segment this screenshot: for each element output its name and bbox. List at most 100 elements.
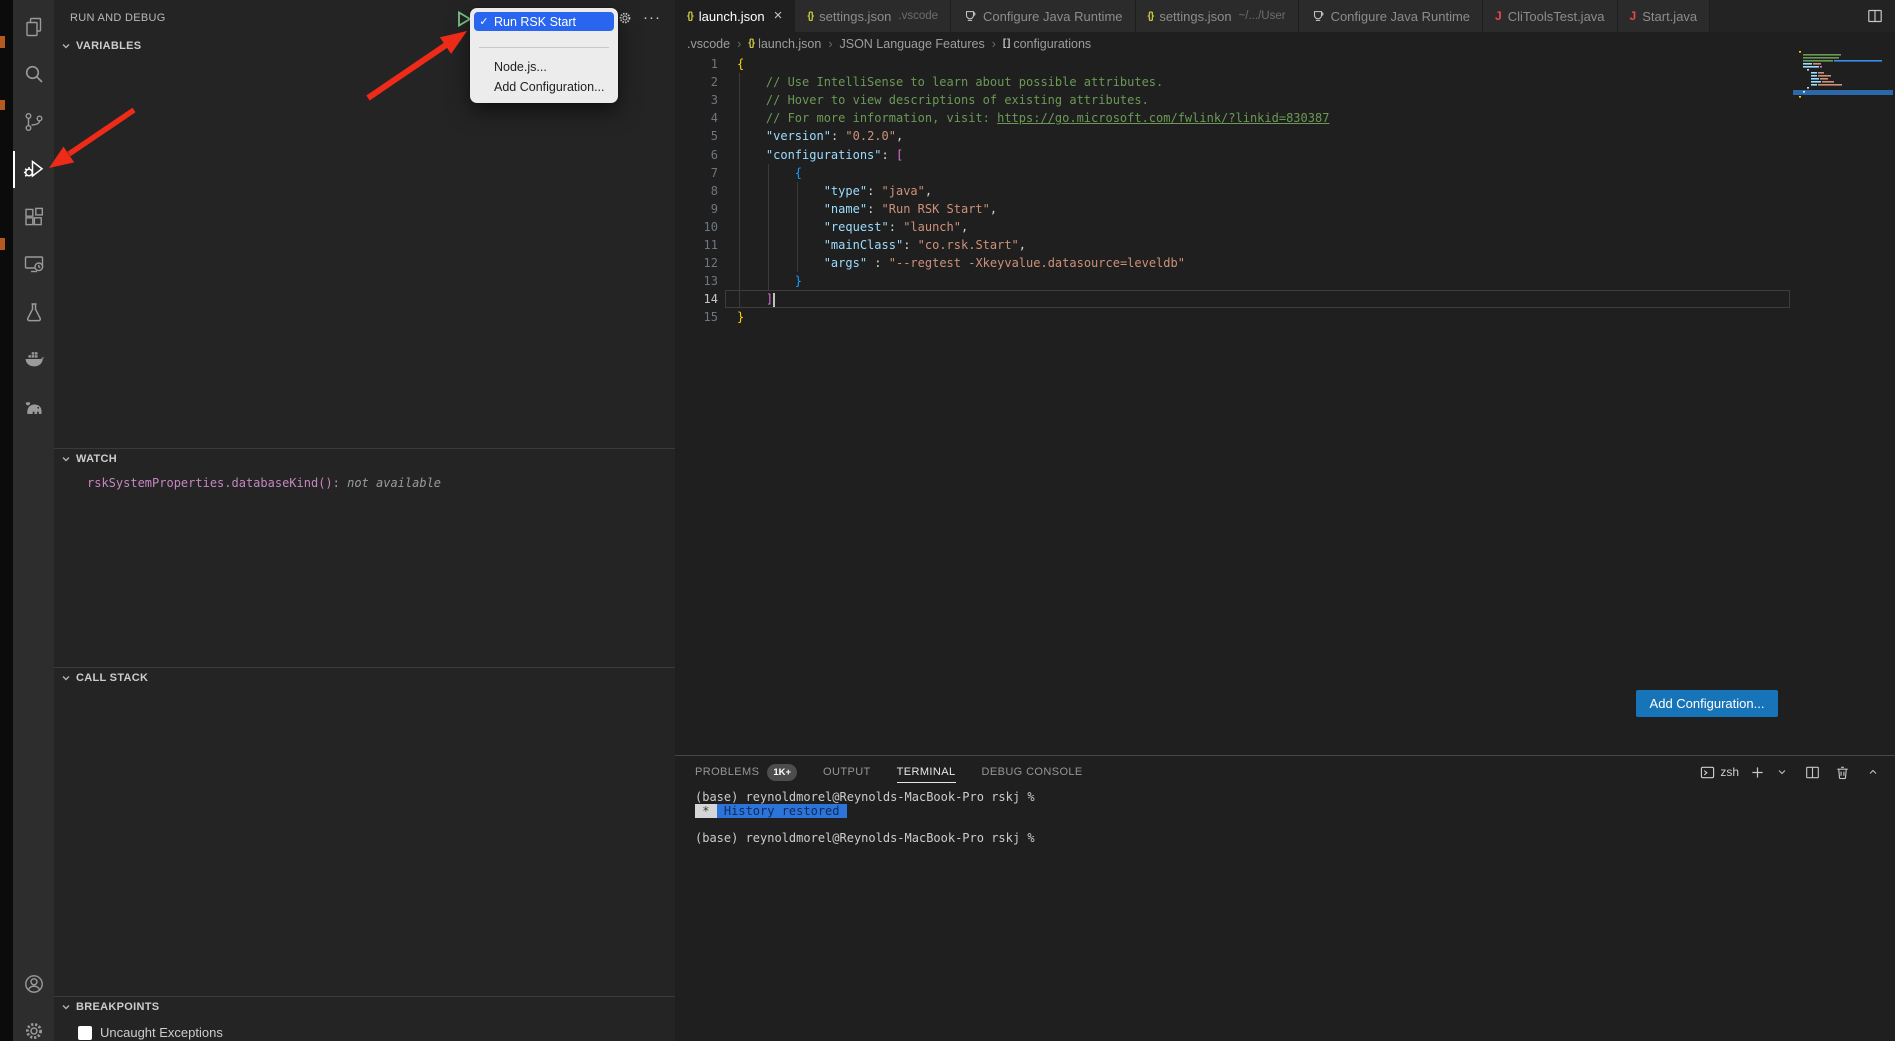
- breakpoint-checkbox[interactable]: [78, 1026, 92, 1040]
- code-line-3[interactable]: 3 // Hover to view descriptions of exist…: [675, 91, 1895, 109]
- menu-item-run-rsk-start[interactable]: ✓Run RSK Start: [474, 12, 614, 31]
- tab-clitoolstest-java[interactable]: JCliToolsTest.java: [1483, 0, 1618, 32]
- activity-item-testing[interactable]: [13, 288, 54, 336]
- code-line-13[interactable]: 13 }: [675, 272, 1895, 290]
- line-number[interactable]: 15: [675, 310, 718, 324]
- chevron-down-icon: [58, 38, 74, 54]
- line-number[interactable]: 7: [675, 166, 718, 180]
- tab-settings-json[interactable]: {}settings.json.vscode: [795, 0, 951, 32]
- menu-item-node-js[interactable]: Node.js...: [474, 57, 614, 77]
- line-number[interactable]: 11: [675, 238, 718, 252]
- desktop-mark: [0, 100, 5, 110]
- call-stack-section: CALL STACK: [54, 667, 675, 688]
- add-configuration-button[interactable]: Add Configuration...: [1636, 690, 1778, 717]
- json-symbol-icon: {}: [748, 38, 754, 49]
- code-line-text: }: [737, 310, 744, 324]
- code-line-text: "type": "java",: [737, 184, 932, 198]
- code-line-text: "version": "0.2.0",: [737, 129, 903, 143]
- line-number[interactable]: 10: [675, 220, 718, 234]
- line-number[interactable]: 8: [675, 184, 718, 198]
- panel-tab-output[interactable]: OUTPUT: [823, 756, 871, 788]
- watch-section-header[interactable]: WATCH: [54, 449, 675, 469]
- code-line-11[interactable]: 11 "mainClass": "co.rsk.Start",: [675, 236, 1895, 254]
- breadcrumb-item[interactable]: [ ]configurations: [1003, 37, 1091, 51]
- breadcrumb-item[interactable]: JSON Language Features: [839, 37, 984, 51]
- panel-tab-terminal[interactable]: TERMINAL: [897, 756, 956, 788]
- breadcrumb-item[interactable]: .vscode: [687, 37, 730, 51]
- split-terminal-icon[interactable]: [1805, 765, 1820, 780]
- line-number[interactable]: 1: [675, 57, 718, 71]
- activity-item-source-control[interactable]: [13, 98, 54, 146]
- kill-terminal-trash-icon[interactable]: [1835, 765, 1850, 780]
- menu-item-add-configuration[interactable]: Add Configuration...: [474, 77, 614, 97]
- sidebar-more-actions-icon[interactable]: ···: [643, 13, 661, 23]
- activity-item-extensions[interactable]: [13, 193, 54, 241]
- code-line-10[interactable]: 10 "request": "launch",: [675, 218, 1895, 236]
- run-and-debug-icon: [22, 157, 46, 181]
- checkmark-icon: ✓: [474, 15, 494, 28]
- terminal-shell-selector[interactable]: zsh: [1700, 765, 1739, 780]
- code-line-9[interactable]: 9 "name": "Run RSK Start",: [675, 200, 1895, 218]
- split-editor-icon[interactable]: [1867, 8, 1883, 29]
- line-number[interactable]: 12: [675, 256, 718, 270]
- tab-settings-json[interactable]: {}settings.json~/.../User: [1136, 0, 1299, 32]
- line-number[interactable]: 2: [675, 75, 718, 89]
- search-icon: [22, 62, 46, 86]
- panel-tab-problems[interactable]: PROBLEMS1K+: [695, 756, 797, 788]
- panel-tab-debug-console[interactable]: DEBUG CONSOLE: [982, 756, 1083, 788]
- activity-item-explorer[interactable]: [13, 3, 54, 51]
- debug-settings-gear-icon[interactable]: [617, 10, 633, 26]
- tab-start-java[interactable]: JStart.java: [1618, 0, 1711, 32]
- maximize-panel-chevron-icon[interactable]: [1867, 766, 1879, 778]
- new-terminal-icon[interactable]: [1750, 765, 1765, 780]
- breadcrumb: .vscode › {}launch.json › JSON Language Feat…: [675, 32, 1895, 55]
- activity-item-docker[interactable]: [13, 336, 54, 384]
- code-line-15[interactable]: 15}: [675, 308, 1895, 326]
- code-line-6[interactable]: 6 "configurations": [: [675, 145, 1895, 163]
- line-number[interactable]: 4: [675, 111, 718, 125]
- minimap[interactable]: [1793, 50, 1893, 106]
- code-line-2[interactable]: 2 // Use IntelliSense to learn about pos…: [675, 73, 1895, 91]
- menu-separator: [479, 47, 609, 48]
- watch-section: WATCH rskSystemProperties.databaseKind()…: [54, 448, 675, 490]
- code-editor[interactable]: 1{2 // Use IntelliSense to learn about p…: [675, 55, 1895, 326]
- line-number[interactable]: 5: [675, 129, 718, 143]
- tab-configure-java-runtime[interactable]: Configure Java Runtime: [951, 0, 1135, 32]
- line-number[interactable]: 3: [675, 93, 718, 107]
- tab-configure-java-runtime[interactable]: Configure Java Runtime: [1299, 0, 1483, 32]
- activity-item-search[interactable]: [13, 51, 54, 99]
- activity-item-remote-explorer[interactable]: [13, 241, 54, 289]
- code-line-text: "configurations": [: [737, 148, 903, 162]
- code-line-4[interactable]: 4 // For more information, visit: https:…: [675, 109, 1895, 127]
- call-stack-section-label: CALL STACK: [76, 672, 148, 684]
- vscode-window: RUN AND DEBUG ··· VARIABLES WATCH rskSys…: [0, 0, 1895, 1041]
- code-line-8[interactable]: 8 "type": "java",: [675, 182, 1895, 200]
- breadcrumb-separator: ›: [992, 37, 996, 51]
- code-line-1[interactable]: 1{: [675, 55, 1895, 73]
- breadcrumb-separator: ›: [828, 37, 832, 51]
- code-line-14[interactable]: 14 ]: [675, 290, 1895, 308]
- code-line-text: {: [737, 57, 744, 71]
- code-line-12[interactable]: 12 "args" : "--regtest -Xkeyvalue.dataso…: [675, 254, 1895, 272]
- breakpoints-section-header[interactable]: BREAKPOINTS: [54, 997, 675, 1017]
- line-number[interactable]: 9: [675, 202, 718, 216]
- activity-item-gradle[interactable]: [13, 383, 54, 431]
- call-stack-section-header[interactable]: CALL STACK: [54, 668, 675, 688]
- line-number[interactable]: 6: [675, 148, 718, 162]
- code-line-7[interactable]: 7 {: [675, 164, 1895, 182]
- line-number[interactable]: 13: [675, 274, 718, 288]
- code-line-text: }: [737, 274, 802, 288]
- activity-item-accounts[interactable]: [13, 960, 54, 1008]
- terminal-output[interactable]: (base) reynoldmorel@Reynolds-MacBook-Pro…: [695, 791, 1875, 846]
- code-line-5[interactable]: 5 "version": "0.2.0",: [675, 127, 1895, 145]
- close-icon[interactable]: ×: [774, 10, 783, 22]
- tab-launch-json[interactable]: {}launch.json×: [675, 0, 795, 32]
- breadcrumb-item[interactable]: {}launch.json: [748, 37, 821, 51]
- terminal-dropdown-chevron-icon[interactable]: [1776, 766, 1788, 778]
- activity-item-settings[interactable]: [13, 1008, 54, 1041]
- terminal-icon: [1700, 765, 1715, 780]
- activity-item-run-and-debug[interactable]: [13, 146, 54, 194]
- watch-expression-item[interactable]: rskSystemProperties.databaseKind(): not …: [54, 476, 675, 490]
- desktop-mark: [0, 238, 5, 250]
- line-number[interactable]: 14: [675, 292, 718, 306]
